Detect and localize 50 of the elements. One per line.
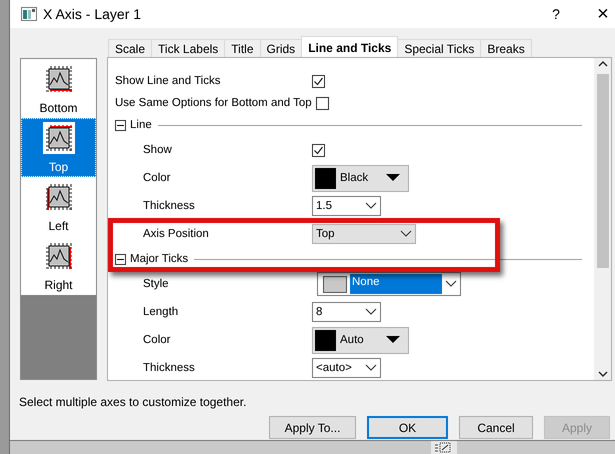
axis-label: Right: [44, 278, 72, 292]
style-dropdown[interactable]: None: [317, 272, 461, 296]
field-label: Color: [142, 334, 172, 346]
scrollbar-thumb[interactable]: [596, 74, 608, 268]
help-button[interactable]: ?: [546, 6, 566, 22]
field-label: Use Same Options for Bottom and Top: [115, 97, 312, 109]
field-label: Axis Position: [142, 228, 210, 240]
tab[interactable]: Special Ticks: [397, 39, 482, 57]
window-icon: [21, 7, 37, 21]
axis-list-item[interactable]: Right: [21, 236, 96, 295]
dialog-button[interactable]: OK: [367, 416, 448, 439]
color-dropdown[interactable]: Black: [312, 164, 409, 192]
checkbox[interactable]: [316, 96, 329, 110]
window-title: X Axis - Layer 1: [43, 6, 142, 22]
dialog-button[interactable]: Apply To...: [269, 416, 356, 439]
axis-list-item[interactable]: Top: [21, 118, 96, 177]
axis-chart-icon: [44, 240, 74, 270]
dropdown-arrow-icon: [386, 174, 400, 182]
axis-list-item[interactable]: Left: [21, 177, 96, 236]
dropdown[interactable]: Top: [312, 224, 416, 244]
dialog-button[interactable]: Cancel: [459, 416, 533, 439]
field-label: Thickness: [142, 200, 196, 212]
dropdown[interactable]: 8: [312, 302, 381, 322]
checkbox[interactable]: [312, 74, 325, 88]
tab[interactable]: Breaks: [480, 39, 532, 57]
field-label: Thickness: [142, 362, 196, 374]
field-label: Style: [142, 278, 170, 290]
axis-label: Top: [48, 160, 68, 174]
grid-icon[interactable]: [431, 441, 457, 454]
tab[interactable]: Line and Ticks: [301, 36, 398, 57]
axis-label: Left: [48, 218, 68, 232]
collapse-toggle[interactable]: [115, 254, 126, 264]
axis-list-item[interactable]: Bottom: [21, 59, 96, 118]
dropdown[interactable]: <auto>: [312, 358, 381, 378]
field-label: Color: [142, 172, 172, 184]
field-label: Show: [142, 144, 173, 156]
collapse-toggle[interactable]: [115, 120, 126, 130]
checkbox[interactable]: [312, 144, 325, 156]
group-label: Major Ticks: [130, 253, 188, 265]
axis-chart-icon: [44, 64, 74, 94]
hint-text: Select multiple axes to customize together.: [19, 395, 248, 409]
dropdown-arrow-icon: [386, 336, 400, 344]
close-button[interactable]: ×: [591, 2, 615, 26]
group-label: Line: [130, 119, 152, 131]
field-label: Show Line and Ticks: [115, 75, 222, 87]
color-dropdown[interactable]: Auto: [312, 326, 409, 354]
field-label: Length: [142, 306, 180, 318]
axis-label: Bottom: [39, 100, 78, 114]
dropdown[interactable]: 1.5: [312, 196, 381, 216]
tab[interactable]: Scale: [108, 39, 152, 57]
